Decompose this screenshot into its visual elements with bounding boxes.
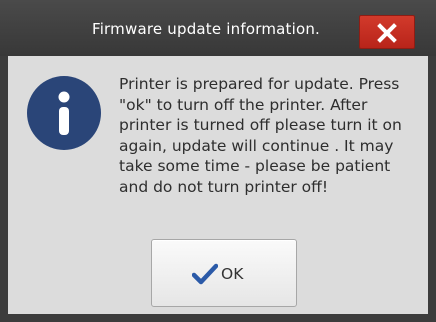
dialog-title: Firmware update information. [91,20,321,38]
firmware-update-dialog: Firmware update information. Printer is … [0,0,436,322]
close-icon [377,23,397,43]
dialog-message: Printer is prepared for update. Press "o… [119,75,402,196]
title-bar: Firmware update information. [0,0,436,56]
ok-button[interactable]: OK [151,239,297,307]
info-icon [27,76,101,150]
checkmark-icon [192,263,218,285]
close-button[interactable] [359,15,415,49]
ok-button-label: OK [221,265,244,283]
